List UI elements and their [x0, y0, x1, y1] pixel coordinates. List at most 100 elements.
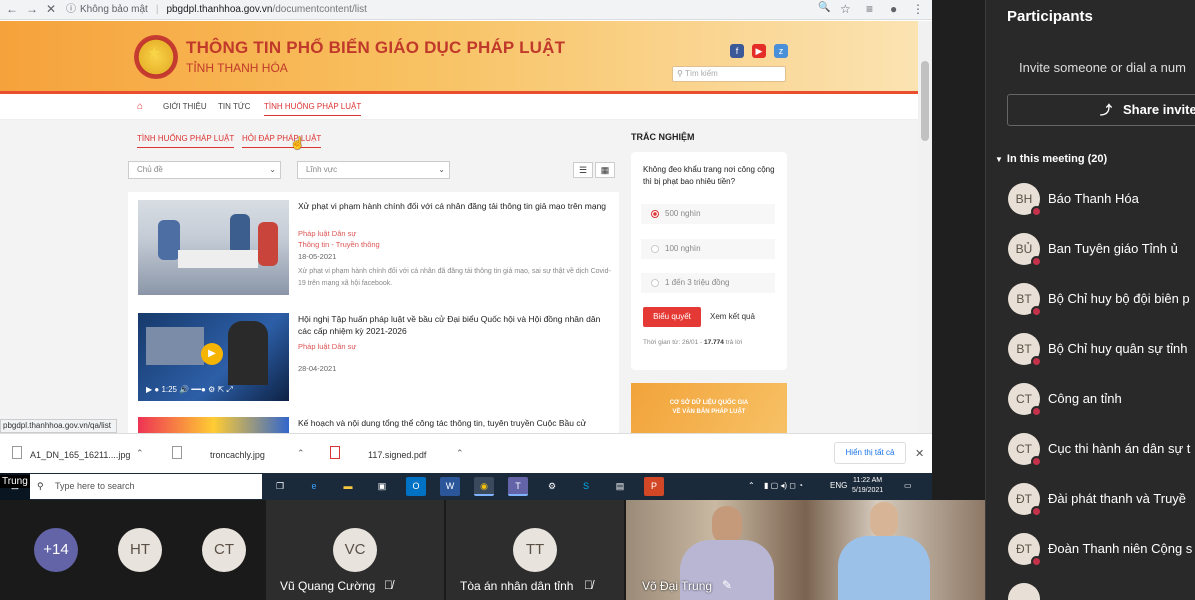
show-all-button[interactable]: Hiển thị tất cả — [834, 442, 906, 464]
video-tile[interactable]: VC Vũ Quang Cường 🎙̸ — [266, 500, 444, 600]
system-clock[interactable]: 11:22 AM 5/19/2021 — [852, 476, 883, 496]
stop-icon[interactable]: ✕ — [46, 2, 56, 16]
invite-input[interactable]: Invite someone or dial a num — [1019, 60, 1186, 75]
participant-item[interactable] — [1008, 583, 1195, 600]
participant-item[interactable]: BT Bộ Chỉ huy bộ đội biên p — [1008, 283, 1195, 323]
article-video[interactable]: ▶ ▶ ● 1:25 🔊 ━━● ⚙ ⇱ ⤢ — [138, 313, 289, 401]
person-head — [712, 506, 742, 544]
avatar: BT — [1008, 333, 1042, 367]
article-thumbnail[interactable] — [138, 200, 289, 295]
article-thumbnail[interactable] — [138, 417, 289, 433]
nav-item-news[interactable]: TIN TỨC — [218, 102, 250, 111]
forward-icon[interactable]: → — [26, 2, 38, 16]
view-results-link[interactable]: Xem kết quả — [710, 312, 755, 321]
home-icon[interactable]: ⌂ — [137, 101, 143, 112]
chevron-up-icon[interactable]: ⌃ — [136, 448, 144, 459]
input-language[interactable]: ENG — [830, 481, 847, 490]
field-select[interactable]: Lĩnh vực ⌄ — [297, 161, 450, 179]
subtab-legal-qa[interactable]: HỎI ĐÁP PHÁP LUẬT — [242, 134, 322, 148]
topic-select[interactable]: Chủ đề ⌄ — [128, 161, 281, 179]
participant-item[interactable]: CT Cục thi hành án dân sự t — [1008, 433, 1195, 473]
security-label: Không bảo mật — [80, 4, 148, 15]
tray-icons[interactable]: ▮ ▢ ◂) ◻ ◔ — [764, 481, 803, 490]
grid-view-button[interactable]: ▦ — [595, 162, 615, 178]
profile-icon[interactable]: ● — [890, 2, 897, 16]
share-invite-button[interactable]: ⤴ Share invite — [1007, 94, 1195, 126]
video-tile[interactable]: TT Tòa án nhân dân tỉnh 🎙̸ — [446, 500, 624, 600]
facebook-icon[interactable]: f — [730, 44, 744, 58]
quiz-option-2[interactable]: 100 nghìn — [641, 239, 775, 259]
nav-item-intro[interactable]: GIỚI THIỆU — [163, 102, 207, 111]
app-icon[interactable]: ▤ — [610, 477, 630, 496]
star-icon[interactable]: ☆ — [840, 2, 851, 16]
download-item[interactable]: troncachly.jpg — [210, 450, 265, 460]
camera-video-tile[interactable]: Võ Đại Trung ✎ — [626, 500, 985, 600]
in-meeting-header[interactable]: ▼ In this meeting (20) — [995, 153, 1107, 165]
radio-icon — [651, 245, 659, 253]
article-category[interactable]: Pháp luật Dân sự — [298, 229, 356, 238]
outlook-icon[interactable]: O — [406, 477, 426, 496]
tile-name: Võ Đại Trung — [642, 579, 713, 593]
participant-item[interactable]: ĐT Đoàn Thanh niên Cộng s — [1008, 533, 1195, 573]
settings-icon[interactable]: ⚙ — [542, 477, 562, 496]
download-item[interactable]: A1_DN_165_16211....jpg — [30, 450, 130, 460]
word-icon[interactable]: W — [440, 477, 460, 496]
article-category-2[interactable]: Thông tin - Truyền thông — [298, 240, 380, 249]
article-title[interactable]: Kế hoạch và nội dung tổng thể công tác t… — [298, 417, 613, 429]
avatar: CT — [1008, 433, 1042, 467]
participant-item[interactable]: BT Bộ Chỉ huy quân sự tỉnh — [1008, 333, 1195, 373]
participant-item[interactable]: CT Công an tỉnh — [1008, 383, 1195, 423]
quiz-option-1[interactable]: 500 nghìn — [641, 204, 775, 224]
site-search-input[interactable]: ⚲ Tìm kiếm — [672, 66, 786, 82]
vote-button[interactable]: Biểu quyết — [643, 307, 701, 327]
store-icon[interactable]: ▣ — [372, 477, 392, 496]
downloads-bar: A1_DN_165_16211....jpg ⌃ troncachly.jpg … — [0, 433, 932, 473]
avatar[interactable]: CT — [202, 528, 246, 572]
participant-item[interactable]: ĐT Đài phát thanh và Truyề — [1008, 483, 1195, 523]
zalo-icon[interactable]: z — [774, 44, 788, 58]
edge-icon[interactable]: e — [304, 477, 324, 496]
avatar: CT — [1008, 383, 1042, 417]
legal-database-banner[interactable]: CƠ SỞ DỮ LIỆU QUỐC GIA VỀ VĂN BẢN PHÁP L… — [631, 383, 787, 433]
search-icon: ⚲ — [37, 481, 44, 491]
muted-badge-icon — [1031, 206, 1042, 217]
avatar[interactable]: HT — [118, 528, 162, 572]
article-title[interactable]: Xử phạt vi phạm hành chính đối với cá nh… — [298, 200, 613, 212]
article-category[interactable]: Pháp luật Dân sự — [298, 342, 356, 351]
chevron-up-icon[interactable]: ⌃ — [456, 448, 464, 459]
youtube-icon[interactable]: ▶ — [752, 44, 766, 58]
quiz-card: Không đeo khẩu trang nơi công cộng thì b… — [631, 152, 787, 370]
muted-badge-icon — [1031, 256, 1042, 267]
quiz-heading: TRẮC NGHIỆM — [631, 132, 695, 142]
nav-item-legal-cases[interactable]: TÌNH HUỐNG PHÁP LUẬT — [264, 102, 362, 116]
list-view-button[interactable]: ☰ — [573, 162, 593, 178]
powerpoint-icon[interactable]: P — [644, 477, 664, 496]
subtab-legal-cases[interactable]: TÌNH HUỐNG PHÁP LUẬT — [137, 134, 235, 148]
address-bar[interactable]: ⓘ Không bảo mật | pbgdpl.thanhhoa.gov.vn/d… — [62, 1, 862, 18]
download-item[interactable]: 117.signed.pdf — [368, 450, 426, 460]
overflow-participants-button[interactable]: +14 — [34, 528, 78, 572]
participant-item[interactable]: BH Báo Thanh Hóa — [1008, 183, 1195, 223]
participant-item[interactable]: BỦ Ban Tuyên giáo Tỉnh ủ — [1008, 233, 1195, 273]
notification-icon[interactable]: ▭ — [904, 481, 912, 490]
chrome-icon[interactable]: ◉ — [474, 477, 494, 496]
skype-icon[interactable]: S — [576, 477, 596, 496]
teams-icon[interactable]: T — [508, 477, 528, 496]
tray-chevron-icon[interactable]: ⌃ — [748, 481, 755, 490]
chevron-up-icon[interactable]: ⌃ — [297, 448, 305, 459]
avatar: ĐT — [1008, 533, 1042, 567]
windows-taskbar: ⊞ ⚲Type here to search ❐ e ▬ ▣ O W ◉ T ⚙… — [0, 473, 932, 500]
taskbar-search-input[interactable]: ⚲ Type here to search — [30, 474, 262, 499]
play-icon[interactable]: ▶ — [201, 343, 223, 365]
article-title[interactable]: Hội nghị Tập huấn pháp luật về bầu cử Đạ… — [298, 313, 613, 337]
video-controls[interactable]: ▶ ● 1:25 🔊 ━━● ⚙ ⇱ ⤢ — [146, 385, 233, 395]
back-icon[interactable]: ← — [6, 2, 18, 16]
quiz-option-3[interactable]: 1 đến 3 triệu đồng — [641, 273, 775, 293]
close-icon[interactable]: ✕ — [915, 447, 924, 460]
file-explorer-icon[interactable]: ▬ — [338, 477, 358, 496]
media-icon[interactable]: ≡ — [866, 2, 873, 16]
page-scrollbar[interactable] — [918, 21, 932, 433]
zoom-icon[interactable]: 🔍 — [818, 2, 830, 13]
menu-icon[interactable]: ⋮ — [912, 2, 924, 16]
task-view-icon[interactable]: ❐ — [270, 477, 290, 496]
